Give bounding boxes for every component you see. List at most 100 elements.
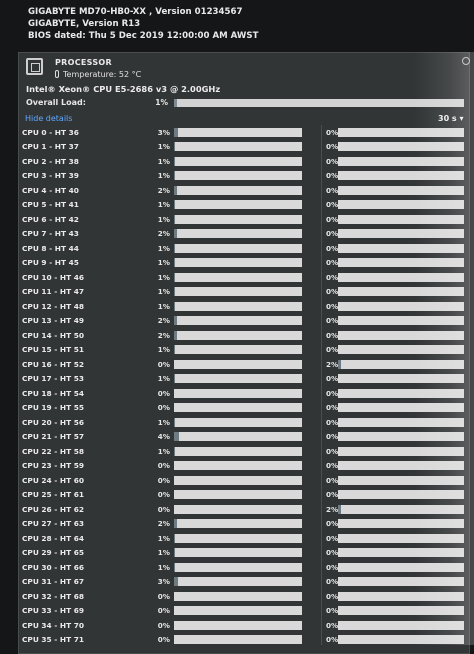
temperature-row: Temperature: 52 °C: [55, 70, 141, 79]
cpu-row: CPU 11 - HT 47 1% 0%: [0, 285, 474, 300]
ht-load-bar: [338, 606, 464, 615]
timeframe-dropdown[interactable]: 30 s ▾: [438, 114, 463, 123]
cpu-load-value: 1%: [157, 533, 170, 543]
cpu-row: CPU 21 - HT 57 4% 0%: [0, 430, 474, 445]
cpu-load-value: 0%: [157, 359, 170, 369]
cpu-load-value: 0%: [157, 475, 170, 485]
cpu-load-value: 0%: [157, 490, 170, 499]
cpu-load-bar: [174, 504, 302, 514]
ht-load-value: 0%: [326, 519, 339, 528]
ht-load-bar: [338, 475, 464, 485]
cpu-load-bar: [174, 635, 302, 644]
ht-load-value: 0%: [326, 374, 339, 383]
hide-details-link[interactable]: Hide details: [25, 114, 72, 123]
cpu-load-bar: [174, 533, 302, 543]
cpu-name: CPU 22 - HT 58: [22, 446, 84, 456]
cpu-load-bar: [174, 519, 302, 528]
cpu-row: CPU 29 - HT 65 1% 0%: [0, 546, 474, 561]
cpu-load-fill: [174, 330, 177, 340]
ht-load-bar: [338, 243, 464, 253]
ht-load-bar: [338, 548, 464, 557]
ht-load-value: 0%: [326, 185, 339, 195]
cpu-load-bar: [174, 200, 302, 209]
ht-load-bar: [338, 316, 464, 325]
cpu-load-bar: [174, 490, 302, 499]
cpu-name: CPU 12 - HT 48: [22, 301, 84, 311]
cpu-load-value: 1%: [157, 301, 170, 311]
cpu-load-value: 1%: [157, 272, 170, 282]
cpu-load-value: 1%: [157, 374, 170, 383]
cpu-name: CPU 33 - HT 69: [22, 606, 84, 615]
ht-load-value: 0%: [326, 591, 339, 601]
settings-icon[interactable]: [462, 57, 470, 65]
cpu-row: CPU 19 - HT 55 0% 0%: [0, 401, 474, 416]
cpu-row: CPU 6 - HT 42 1% 0%: [0, 213, 474, 228]
ht-load-value: 0%: [326, 635, 339, 644]
cpu-load-fill: [174, 272, 176, 282]
cpu-load-bar: [174, 127, 302, 137]
ht-load-value: 2%: [326, 359, 339, 369]
cpu-row: CPU 10 - HT 46 1% 0%: [0, 271, 474, 286]
cpu-name: CPU 6 - HT 42: [22, 214, 79, 224]
ht-load-value: 0%: [326, 287, 339, 296]
cpu-row: CPU 4 - HT 40 2% 0%: [0, 184, 474, 199]
ht-load-fill: [338, 504, 341, 514]
cpu-load-bar: [174, 185, 302, 195]
cpu-load-value: 0%: [157, 504, 170, 514]
ht-load-value: 0%: [326, 533, 339, 543]
ht-load-value: 0%: [326, 142, 339, 151]
cpu-load-value: 1%: [157, 287, 170, 296]
ht-load-bar: [338, 562, 464, 572]
cpu-row: CPU 35 - HT 71 0% 0%: [0, 633, 474, 648]
cpu-name: CPU 8 - HT 44: [22, 243, 79, 253]
ht-load-bar: [338, 388, 464, 398]
ht-load-value: 0%: [326, 417, 339, 427]
ht-load-value: 0%: [326, 432, 339, 441]
cpu-load-value: 0%: [157, 461, 170, 470]
cpu-load-fill: [174, 258, 176, 267]
ht-load-value: 0%: [326, 316, 339, 325]
cpu-load-value: 0%: [157, 591, 170, 601]
cpu-load-fill: [174, 156, 176, 166]
cpu-load-bar: [174, 301, 302, 311]
cpu-name: CPU 20 - HT 56: [22, 417, 84, 427]
cpu-name: CPU 1 - HT 37: [22, 142, 79, 151]
cpu-load-value: 4%: [157, 432, 170, 441]
cpu-name: CPU 13 - HT 49: [22, 316, 84, 325]
cpu-load-bar: [174, 316, 302, 325]
cpu-load-bar: [174, 446, 302, 456]
cpu-name: CPU 17 - HT 53: [22, 374, 84, 383]
ht-load-value: 0%: [326, 577, 339, 586]
cpu-load-value: 1%: [157, 417, 170, 427]
cpu-row: CPU 7 - HT 43 2% 0%: [0, 227, 474, 242]
cpu-load-fill: [174, 345, 176, 354]
cpu-load-bar: [174, 142, 302, 151]
ht-load-bar: [338, 185, 464, 195]
cpu-load-value: 0%: [157, 403, 170, 412]
cpu-load-value: 3%: [157, 577, 170, 586]
cpu-row: CPU 26 - HT 62 0% 2%: [0, 503, 474, 518]
ht-load-bar: [338, 214, 464, 224]
cpu-load-bar: [174, 214, 302, 224]
cpu-load-value: 2%: [157, 229, 170, 238]
ht-load-value: 0%: [326, 330, 339, 340]
ht-load-bar: [338, 142, 464, 151]
cpu-load-fill: [174, 533, 176, 543]
cpu-name: CPU 7 - HT 43: [22, 229, 79, 238]
cpu-name: CPU 9 - HT 45: [22, 258, 79, 267]
cpu-name: CPU 27 - HT 63: [22, 519, 84, 528]
cpu-load-value: 3%: [157, 127, 170, 137]
ht-load-value: 0%: [326, 461, 339, 470]
overall-load-value: 1%: [155, 98, 168, 107]
cpu-load-bar: [174, 345, 302, 354]
ht-load-bar: [338, 504, 464, 514]
cpu-load-fill: [174, 519, 177, 528]
cpu-load-value: 2%: [157, 185, 170, 195]
cpu-load-fill: [174, 562, 176, 572]
cpu-row: CPU 15 - HT 51 1% 0%: [0, 343, 474, 358]
overall-load-label: Overall Load:: [26, 98, 86, 107]
cpu-load-fill: [174, 142, 176, 151]
cpu-load-bar: [174, 475, 302, 485]
ht-load-bar: [338, 403, 464, 412]
cpu-row: CPU 9 - HT 45 1% 0%: [0, 256, 474, 271]
